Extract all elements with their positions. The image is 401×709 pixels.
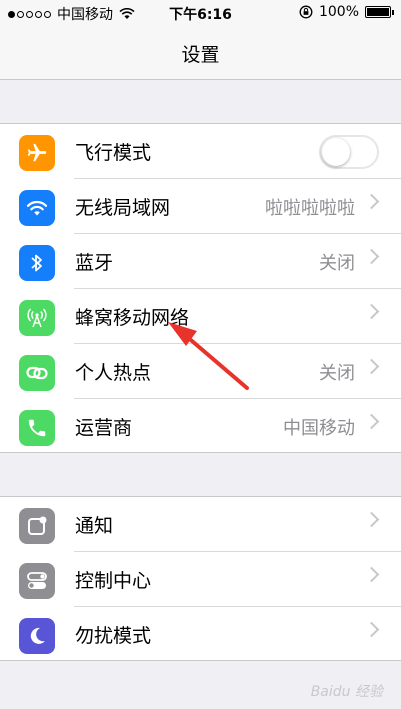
watermark: Baidu 经验 xyxy=(310,684,383,700)
annotation-arrow-icon xyxy=(168,322,249,390)
